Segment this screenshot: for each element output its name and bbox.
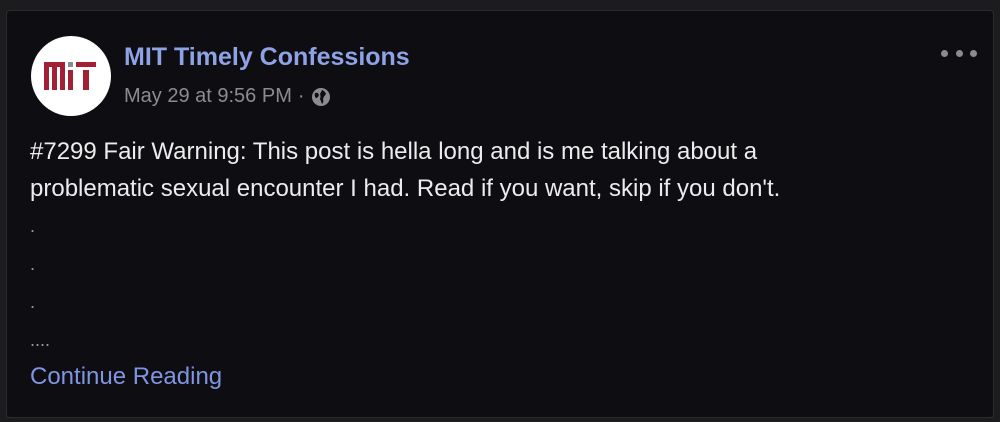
page-name-link[interactable]: MIT Timely Confessions xyxy=(124,43,410,72)
post-body-dot: . xyxy=(30,292,36,312)
more-dot xyxy=(941,49,948,57)
post-body-dot: . xyxy=(30,254,36,274)
more-options-icon[interactable] xyxy=(941,41,977,65)
page-avatar[interactable] xyxy=(31,36,111,116)
post-card: MIT Timely Confessions May 29 at 9:56 PM… xyxy=(6,10,994,418)
meta-separator: · xyxy=(297,85,305,107)
globe-icon[interactable] xyxy=(311,87,331,107)
more-dot xyxy=(955,49,963,57)
mit-logo-icon xyxy=(44,62,96,90)
post-timestamp[interactable]: May 29 at 9:56 PM xyxy=(124,85,292,108)
more-dot xyxy=(970,49,977,57)
post-body-dot: .... xyxy=(30,330,51,350)
post-body: #7299 Fair Warning: This post is hella l… xyxy=(30,133,980,359)
post-body-line: #7299 Fair Warning: This post is hella l… xyxy=(30,138,758,165)
post-meta: May 29 at 9:56 PM · xyxy=(124,85,331,108)
post-body-line: problematic sexual encounter I had. Read… xyxy=(30,175,781,202)
continue-reading-link[interactable]: Continue Reading xyxy=(30,363,222,391)
post-body-dot: . xyxy=(30,216,36,236)
